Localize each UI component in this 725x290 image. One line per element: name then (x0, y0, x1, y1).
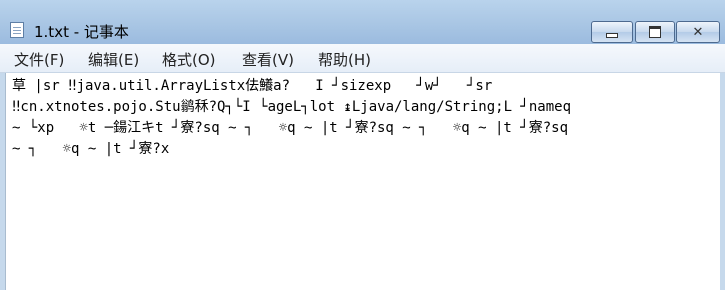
notepad-icon[interactable] (10, 22, 24, 38)
menu-bar: 文件(F) 编辑(E) 格式(O) 查看(V) 帮助(H) (0, 44, 725, 73)
maximize-icon (649, 26, 661, 38)
window-title: 1.txt - 记事本 (34, 23, 129, 41)
maximize-button[interactable] (635, 21, 675, 43)
minimize-icon (606, 32, 618, 38)
editor-line: ~ ┐ ☼q ~ |t ┘寮?x (12, 141, 170, 157)
notepad-window: 1.txt - 记事本 ✕ 文件(F) 编辑(E) 格式(O) 查看(V) 帮助… (0, 0, 725, 290)
editor-line: ~ └xp ☼t ─鍚江キt ┘寮?sq ~ ┐ ☼q ~ |t ┘寮?sq ~… (12, 120, 569, 136)
title-bar[interactable]: 1.txt - 记事本 ✕ (0, 0, 725, 44)
menu-help[interactable]: 帮助(H) (318, 49, 371, 69)
minimize-button[interactable] (591, 21, 633, 43)
editor-line: 草 |sr ‼java.util.ArrayListx佉鱶a? I ┘sizex… (12, 78, 493, 94)
editor-line: ‼cn.xtnotes.pojo.Stu鹟秝?Q┐└I └ageL┐lot ↨L… (12, 99, 572, 115)
menu-file[interactable]: 文件(F) (14, 49, 64, 69)
menu-format[interactable]: 格式(O) (162, 49, 216, 69)
text-editor[interactable]: 草 |sr ‼java.util.ArrayListx佉鱶a? I ┘sizex… (5, 73, 720, 290)
close-button[interactable]: ✕ (676, 21, 720, 43)
close-icon: ✕ (692, 24, 704, 40)
menu-edit[interactable]: 编辑(E) (88, 49, 139, 69)
menu-view[interactable]: 查看(V) (242, 49, 294, 69)
